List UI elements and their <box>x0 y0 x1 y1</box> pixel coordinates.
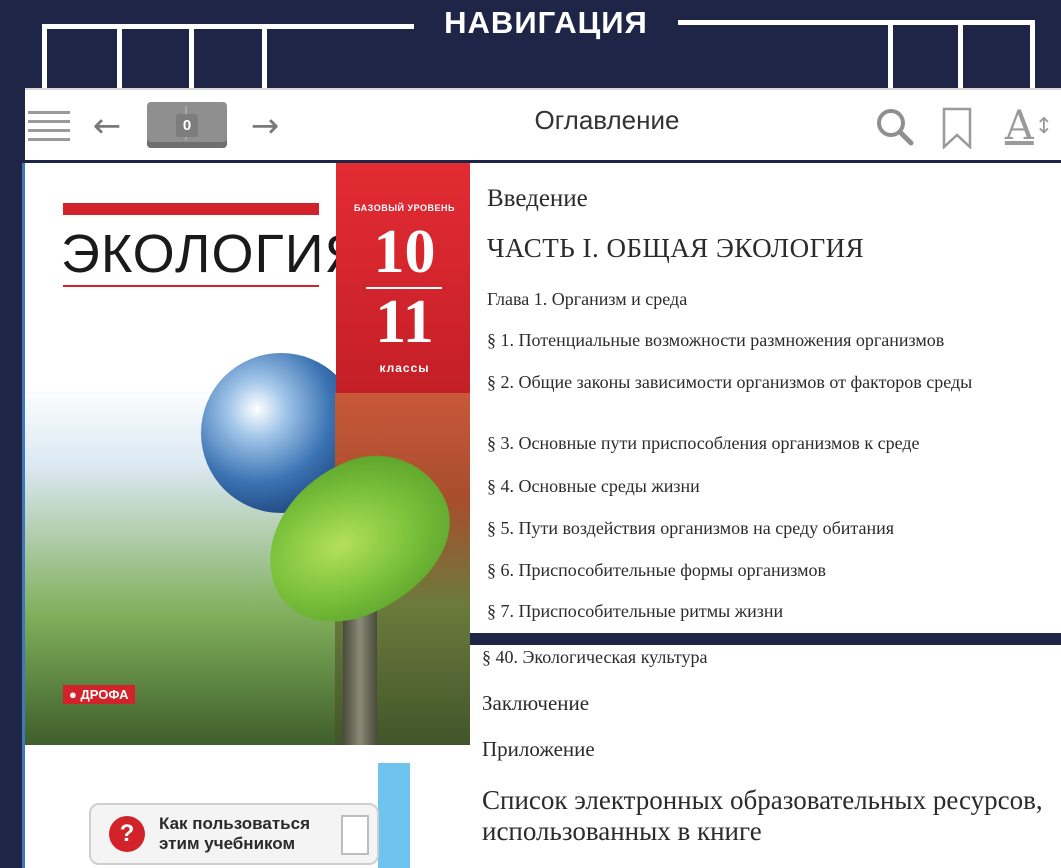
question-icon: ? <box>109 816 145 852</box>
bracket-line <box>888 20 893 88</box>
cover-panel: ЭКОЛОГИЯ БАЗОВЫЙ УРОВЕНЬ 10 11 классы ● … <box>22 163 470 868</box>
toc-item[interactable]: § 4. Основные среды жизни <box>487 476 700 497</box>
document-icon <box>341 815 369 855</box>
font-arrows: ↕ <box>1034 113 1054 139</box>
grade-from: 10 <box>373 218 436 286</box>
cover-red-bar <box>63 203 319 215</box>
toc-item[interactable]: Введение <box>487 185 588 213</box>
toc-item[interactable]: § 5. Пути воздействия организмов на сред… <box>487 518 894 539</box>
cover-thin-line <box>63 285 319 287</box>
bracket-line <box>42 24 47 88</box>
font-size-icon[interactable]: A ↕ <box>1000 102 1058 150</box>
search-icon[interactable] <box>871 104 917 148</box>
cover-title: ЭКОЛОГИЯ <box>61 224 365 284</box>
help-side-bar <box>378 763 410 868</box>
toc-item[interactable]: § 6. Приспособительные формы организмов <box>487 560 826 581</box>
page-counter: 0 <box>175 113 199 137</box>
toc-item[interactable]: § 1. Потенциальные возможности размножен… <box>487 330 944 351</box>
bracket-line <box>678 20 1034 25</box>
bracket-line <box>117 24 122 88</box>
bracket-line <box>262 24 267 88</box>
bracket-line <box>958 20 963 88</box>
publisher-logo: ● ДРОФА <box>63 685 135 704</box>
how-to-use-button[interactable]: ? Как пользоваться этим учебником <box>89 803 379 865</box>
grade-word: классы <box>379 361 430 375</box>
toc-lower-panel: § 40. Экологическая культура Заключение … <box>470 645 1061 868</box>
bookmark-icon[interactable] <box>937 106 977 150</box>
toc-item[interactable]: § 40. Экологическая культура <box>482 647 708 668</box>
toc-item[interactable]: Заключение <box>482 691 589 716</box>
toc-item[interactable]: Глава 1. Организм и среда <box>487 289 687 310</box>
bracket-line <box>1030 20 1035 88</box>
toolbar: ← 0 → Оглавление A ↕ <box>25 88 1061 160</box>
toc-item[interactable]: ЧАСТЬ I. ОБЩАЯ ЭКОЛОГИЯ <box>487 233 864 264</box>
navigation-caption: НАВИГАЦИЯ <box>0 0 1061 90</box>
toc-item[interactable]: § 3. Основные пути приспособления органи… <box>487 433 920 454</box>
cover-level: БАЗОВЫЙ УРОВЕНЬ <box>354 203 455 213</box>
toc-item[interactable]: Приложение <box>482 737 595 762</box>
grade-to: 11 <box>375 288 434 356</box>
navigation-title: НАВИГАЦИЯ <box>444 5 648 40</box>
toolbar-title-text: Оглавление <box>534 105 680 135</box>
grade-block: БАЗОВЫЙ УРОВЕНЬ 10 11 классы <box>336 163 470 393</box>
bracket-line <box>189 24 194 88</box>
toc-panel: Введение ЧАСТЬ I. ОБЩАЯ ЭКОЛОГИЯ Глава 1… <box>470 163 1061 645</box>
book-cover[interactable]: ЭКОЛОГИЯ БАЗОВЫЙ УРОВЕНЬ 10 11 классы ● … <box>25 163 470 745</box>
toc-item[interactable]: Список электронных образовательных ресур… <box>482 785 1052 847</box>
font-letter: A <box>1004 103 1034 149</box>
toc-item[interactable]: § 7. Приспособительные ритмы жизни <box>487 601 783 622</box>
how-to-use-label: Как пользоваться этим учебником <box>159 814 310 853</box>
toc-item[interactable]: § 2. Общие законы зависимости организмов… <box>487 371 1047 393</box>
bracket-line <box>42 24 414 29</box>
